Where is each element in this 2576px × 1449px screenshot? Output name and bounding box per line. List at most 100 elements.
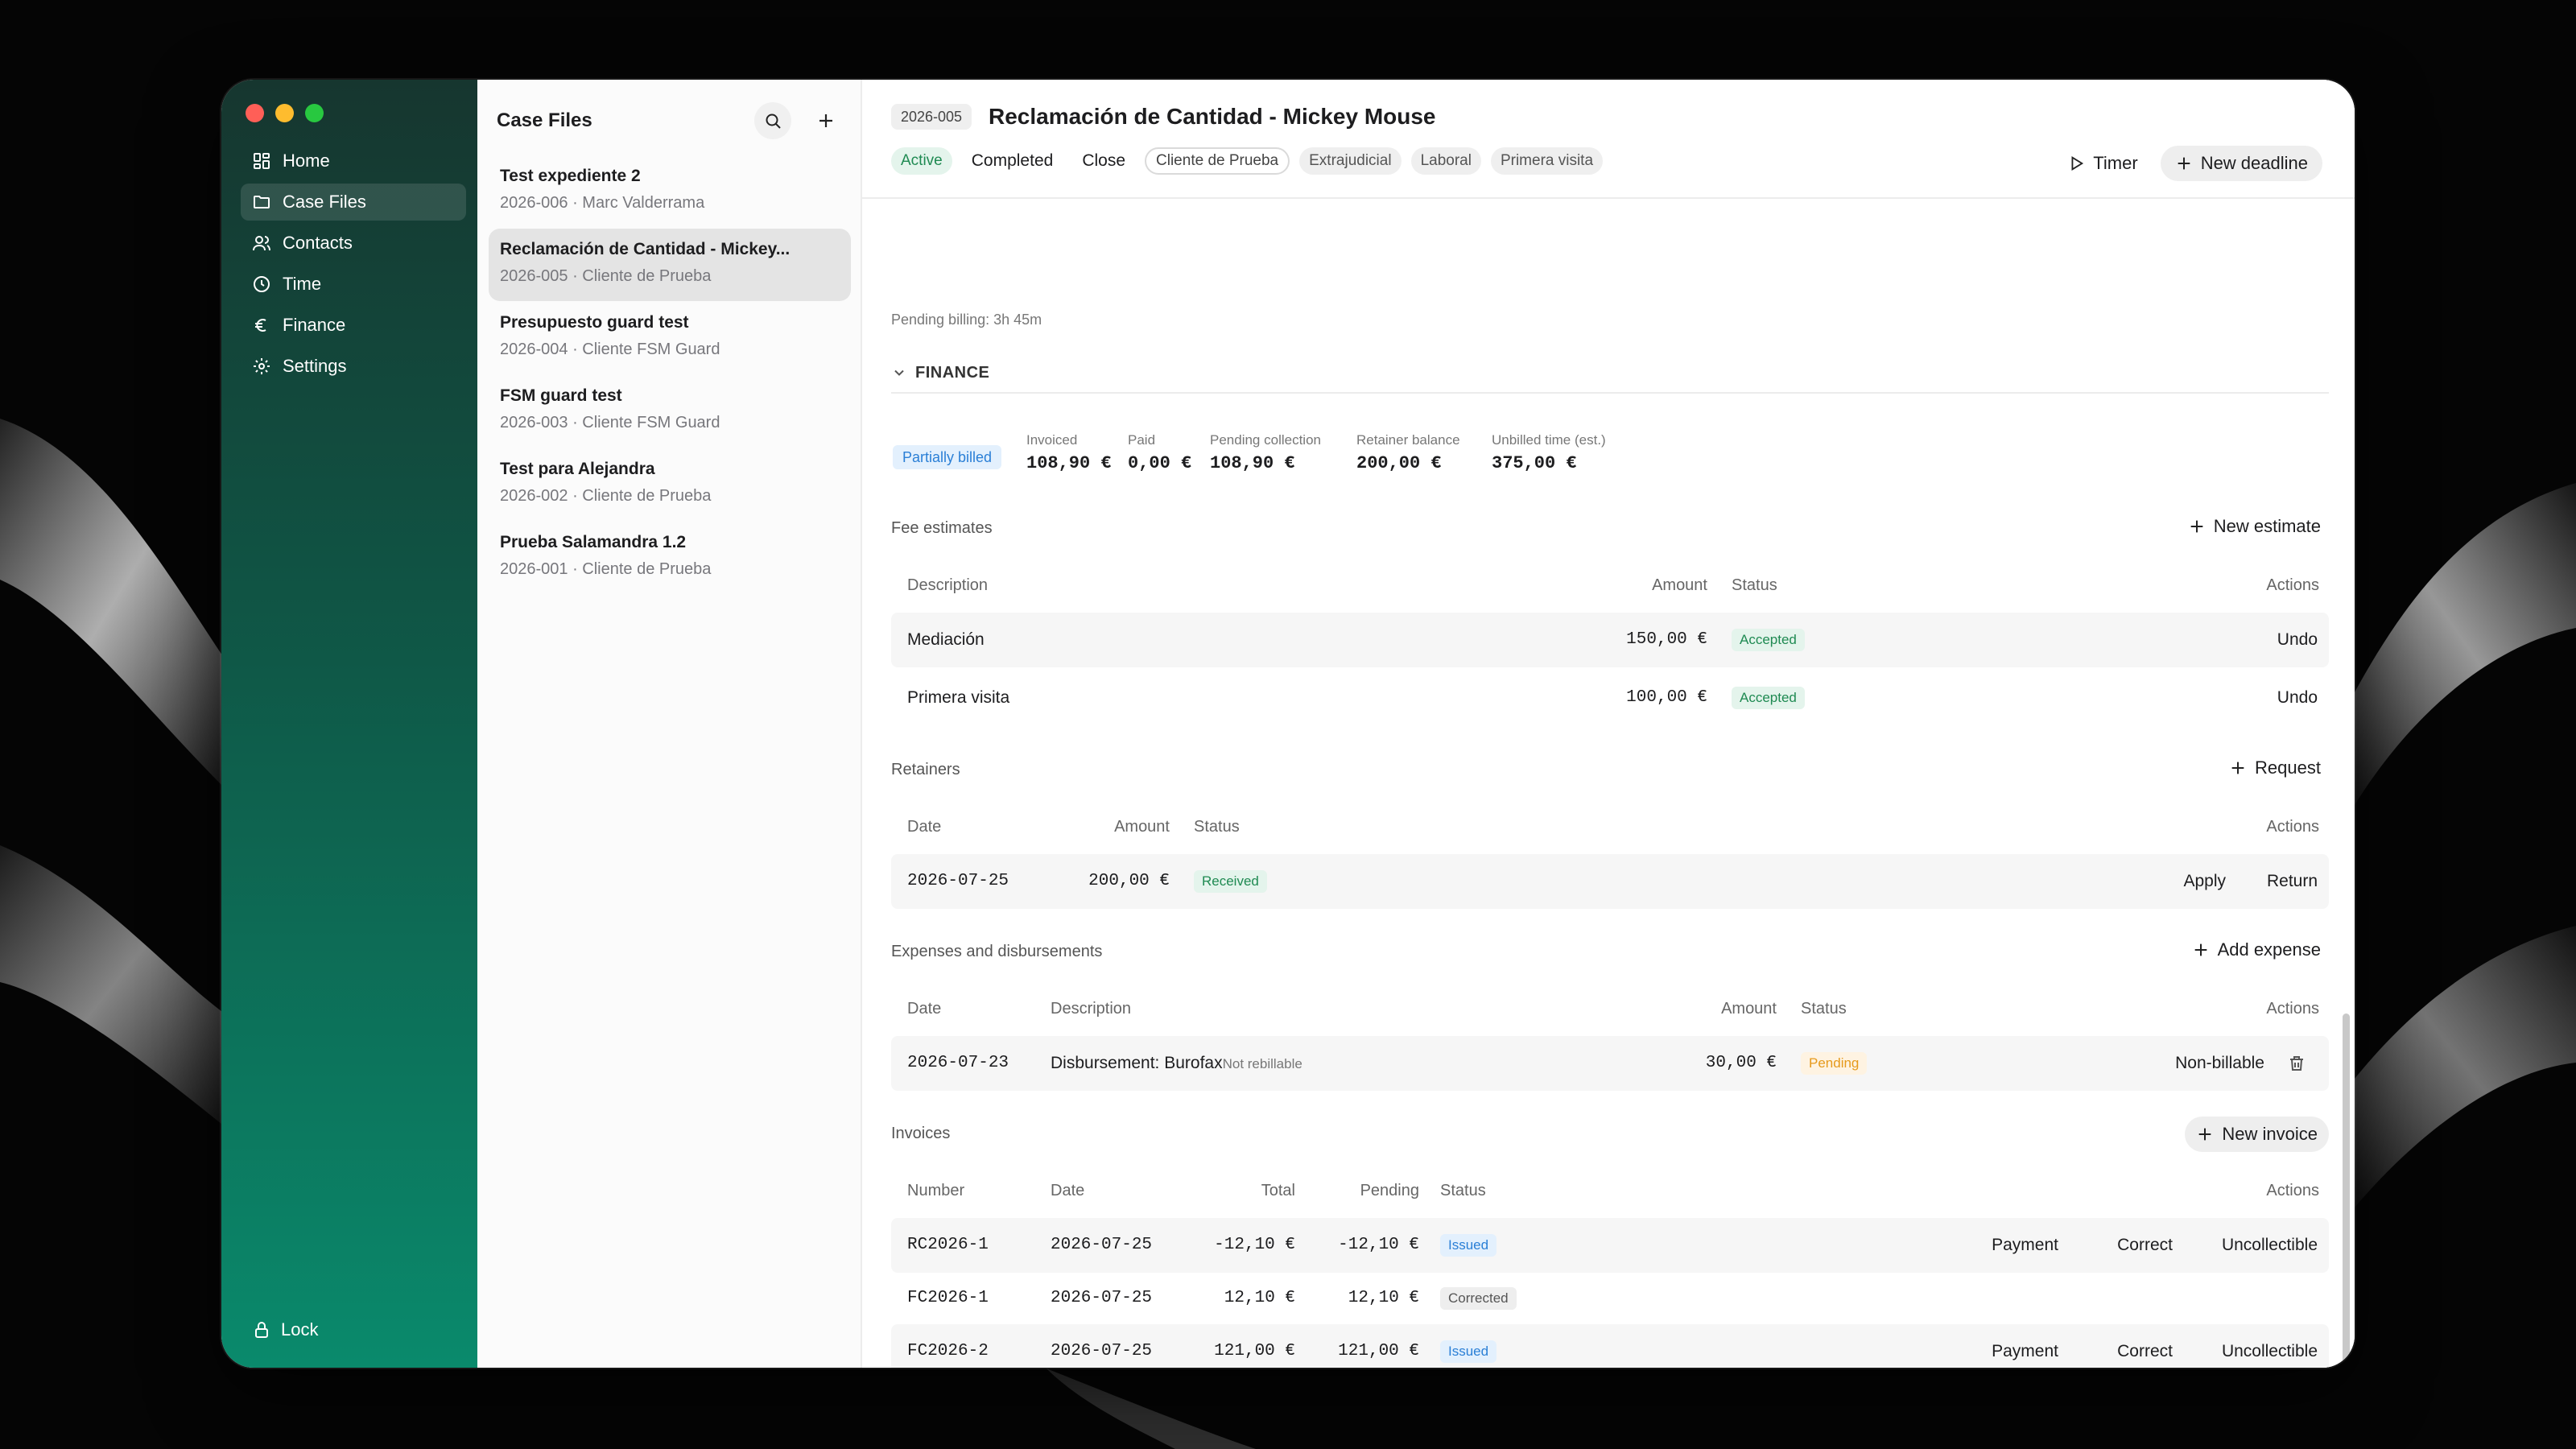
status-badge[interactable]: Active (891, 147, 952, 175)
lock-button[interactable]: Lock (252, 1319, 318, 1340)
column-header: Description (1051, 1000, 1132, 1018)
case-name: Prueba Salamandra 1.2 (500, 533, 687, 551)
cell-number[interactable]: RC2026-1 (907, 1218, 989, 1273)
finance-stat: Pending collection 108,90 € (1210, 432, 1321, 473)
case-list-item[interactable]: Prueba Salamandra 1.2 2026-001 · Cliente… (489, 522, 851, 594)
cell-status: Pending (1801, 1036, 1868, 1091)
stat-label: Retainer balance (1356, 432, 1460, 448)
case-list-item[interactable]: Test expediente 2 2026-006 · Marc Valder… (489, 155, 851, 228)
case-subtitle: 2026-003 · Cliente FSM Guard (500, 414, 720, 431)
cell-pending: 12,10 € (1348, 1289, 1419, 1307)
app-window: Home Case Files Contacts Time Finance Se… (221, 80, 2355, 1368)
case-name: FSM guard test (500, 386, 622, 405)
client-tag[interactable]: Cliente de Prueba (1145, 147, 1290, 175)
sidebar-item-case-files[interactable]: Case Files (241, 184, 466, 221)
chevron-down-icon (894, 369, 904, 376)
status-badge: Corrected (1440, 1287, 1517, 1311)
sidebar: Home Case Files Contacts Time Finance Se… (221, 80, 477, 1368)
sidebar-item-settings[interactable]: Settings (241, 348, 466, 385)
stat-value: 200,00 € (1356, 453, 1442, 473)
tag-chip[interactable]: Primera visita (1490, 147, 1604, 175)
column-header: Status (1732, 576, 1777, 594)
uncollectible-button[interactable]: Uncollectible (2222, 1218, 2318, 1273)
plus-icon (2231, 762, 2244, 774)
add-case-button[interactable] (807, 102, 844, 139)
finance-section-header[interactable]: FINANCE (891, 353, 2329, 394)
fee-estimates-table: Description Amount Status Actions Mediac… (891, 558, 2329, 725)
sidebar-item-label: Time (283, 274, 322, 294)
cell-number[interactable]: FC2026-1 (907, 1273, 989, 1324)
cell-description: Primera visita (907, 688, 1010, 707)
sidebar-item-label: Home (283, 151, 330, 171)
undo-button[interactable]: Undo (2277, 671, 2318, 725)
case-list-item-selected[interactable]: Reclamación de Cantidad - Mickey... 2026… (489, 229, 851, 301)
stat-label: Unbilled time (est.) (1492, 432, 1606, 448)
column-header: Status (1440, 1182, 1486, 1199)
delete-expense-button[interactable] (2287, 1036, 2308, 1091)
sidebar-item-time[interactable]: Time (241, 266, 466, 303)
uncollectible-button[interactable]: Uncollectible (2222, 1324, 2318, 1368)
cell-description: Mediación (907, 630, 985, 649)
table-row: 2026-07-23 Disbursement: BurofaxNot rebi… (891, 1036, 2329, 1091)
close-case-button[interactable]: Close (1072, 147, 1135, 175)
correct-button[interactable]: Correct (2117, 1218, 2173, 1273)
return-button[interactable]: Return (2267, 854, 2318, 909)
cell-status: Accepted (1732, 613, 1805, 667)
apply-button[interactable]: Apply (2183, 854, 2226, 909)
retainers-table: Date Amount Status Actions 2026-07-25 20… (891, 799, 2329, 909)
case-list-item[interactable]: Test para Alejandra 2026-002 · Cliente d… (489, 448, 851, 521)
payment-button[interactable]: Payment (1992, 1218, 2058, 1273)
payment-button[interactable]: Payment (1992, 1324, 2058, 1368)
zoom-window-button[interactable] (305, 104, 324, 122)
finance-stat: Retainer balance 200,00 € (1356, 432, 1460, 473)
expense-description: Disbursement: Burofax (1051, 1054, 1223, 1072)
new-invoice-label: New invoice (2222, 1124, 2318, 1144)
table-header: Date Description Amount Status Actions (891, 981, 2329, 1036)
case-list-item[interactable]: Presupuesto guard test 2026-004 · Client… (489, 302, 851, 374)
cell-date: 2026-07-25 (1051, 1289, 1153, 1307)
case-name: Test expediente 2 (500, 167, 641, 185)
stat-value: 375,00 € (1492, 453, 1577, 473)
case-list-item[interactable]: FSM guard test 2026-003 · Cliente FSM Gu… (489, 375, 851, 448)
folder-icon (254, 196, 270, 208)
plus-icon (2178, 157, 2190, 170)
trash-icon (2290, 1056, 2303, 1071)
cell-date: 2026-07-23 (907, 1054, 1009, 1072)
stat-label: Invoiced (1026, 432, 1078, 448)
cell-number[interactable]: FC2026-2 (907, 1324, 989, 1368)
sidebar-item-home[interactable]: Home (241, 142, 466, 180)
not-rebillable-note: Not rebillable (1222, 1056, 1302, 1071)
column-header: Actions (2266, 1000, 2319, 1018)
table-row: FC2026-1 2026-07-25 12,10 € 12,10 € Corr… (891, 1273, 2329, 1324)
correct-button[interactable]: Correct (2117, 1324, 2173, 1368)
search-button[interactable] (754, 102, 791, 139)
non-billable-button[interactable]: Non-billable (2175, 1036, 2264, 1091)
timer-button[interactable]: Timer (2053, 146, 2152, 181)
new-estimate-button[interactable]: New estimate (2188, 516, 2321, 537)
cell-total: 121,00 € (1214, 1342, 1295, 1360)
request-retainer-button[interactable]: Request (2229, 758, 2321, 778)
cell-status: Issued (1440, 1324, 1497, 1368)
sidebar-item-label: Contacts (283, 233, 353, 253)
close-window-button[interactable] (246, 104, 264, 122)
undo-button[interactable]: Undo (2277, 613, 2318, 667)
lock-icon (255, 1322, 268, 1338)
gear-icon (254, 358, 270, 374)
minimize-window-button[interactable] (275, 104, 294, 122)
cell-description: Disbursement: BurofaxNot rebillable (1051, 1036, 1302, 1091)
sidebar-item-contacts[interactable]: Contacts (241, 225, 466, 262)
tag-chip[interactable]: Extrajudicial (1299, 147, 1402, 175)
euro-icon (255, 319, 266, 332)
tag-chip[interactable]: Laboral (1410, 147, 1481, 175)
cell-status: Corrected (1440, 1273, 1517, 1324)
case-content: Pending billing: 3h 45m FINANCE Partiall… (862, 199, 2355, 1368)
finance-summary: Partially billed Invoiced 108,90 € Paid … (891, 432, 2329, 481)
completed-button[interactable]: Completed (962, 147, 1063, 175)
sidebar-item-finance[interactable]: Finance (241, 307, 466, 344)
vertical-scrollbar[interactable] (2343, 1013, 2350, 1368)
cell-pending: 121,00 € (1338, 1342, 1419, 1360)
new-invoice-button[interactable]: New invoice (2185, 1117, 2329, 1152)
cell-amount: 100,00 € (1626, 688, 1707, 707)
add-expense-button[interactable]: Add expense (2192, 939, 2321, 960)
new-deadline-button[interactable]: New deadline (2160, 146, 2322, 181)
